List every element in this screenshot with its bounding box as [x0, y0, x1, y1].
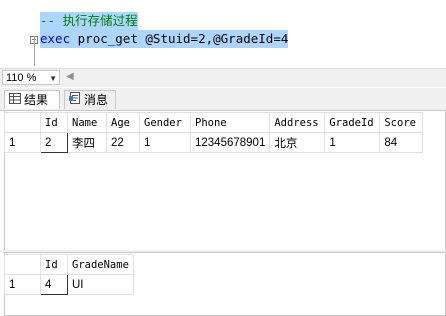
exec-keyword: exec [40, 31, 71, 46]
table-cell[interactable]: 22 [106, 132, 140, 153]
table-cell[interactable]: 2 [40, 132, 68, 153]
row-number-header [4, 254, 41, 275]
table-cell[interactable]: 北京 [269, 132, 326, 153]
header-row: Id Name Age Gender Phone Address GradeId… [4, 112, 424, 133]
result-grid-1[interactable]: Id Name Age Gender Phone Address GradeId… [4, 112, 424, 153]
tab-messages[interactable]: 消息 [64, 90, 116, 109]
table-cell[interactable]: 1 [324, 132, 381, 153]
column-header[interactable]: Name [67, 112, 107, 133]
header-row: Id GradeName [4, 254, 134, 275]
table-cell[interactable]: 12345678901 [189, 132, 271, 153]
table-row[interactable]: 1 2 李四 22 1 12345678901 北京 1 84 [4, 132, 424, 153]
tab-results[interactable]: 结果 [4, 90, 60, 109]
zoom-bar: 110 % ▼ ◀ [0, 68, 446, 87]
column-header[interactable]: Score [379, 112, 424, 133]
proc-name: proc_get [77, 31, 138, 46]
comment-line: -- 执行存储过程 [40, 12, 138, 30]
column-header[interactable]: Address [269, 112, 326, 133]
column-header[interactable]: GradeId [324, 112, 381, 133]
table-cell[interactable]: 1 [139, 132, 191, 153]
results-tabs: 结果 消息 [0, 88, 446, 111]
row-number: 1 [4, 274, 41, 295]
row-number-header [4, 112, 41, 133]
message-icon [69, 91, 81, 110]
table-cell[interactable]: UI [67, 274, 134, 295]
proc-params: @Stuid=2,@GradeId=4 [145, 31, 289, 46]
table-cell[interactable]: 4 [40, 274, 68, 295]
query-editor[interactable]: -- 执行存储过程 − exec proc_get @Stuid=2,@Grad… [0, 0, 446, 68]
table-cell[interactable]: 84 [379, 132, 424, 153]
column-header[interactable]: Age [106, 112, 140, 133]
column-header[interactable]: Id [40, 112, 68, 133]
column-header[interactable]: Phone [189, 112, 271, 133]
table-row[interactable]: 1 4 UI [4, 274, 134, 295]
table-cell[interactable]: 李四 [67, 132, 107, 153]
result-grid-2[interactable]: Id GradeName 1 4 UI [4, 254, 134, 295]
row-number: 1 [4, 132, 41, 153]
column-header[interactable]: Gender [139, 112, 191, 133]
column-header[interactable]: Id [40, 254, 68, 275]
column-header[interactable]: GradeName [67, 254, 134, 275]
outline-line [34, 36, 35, 66]
scroll-left-icon[interactable]: ◀ [66, 71, 74, 82]
grid-icon [9, 91, 21, 110]
exec-line: exec proc_get @Stuid=2,@GradeId=4 [40, 30, 289, 48]
chevron-down-icon: ▼ [49, 74, 57, 83]
zoom-select[interactable]: 110 % ▼ [2, 70, 60, 85]
